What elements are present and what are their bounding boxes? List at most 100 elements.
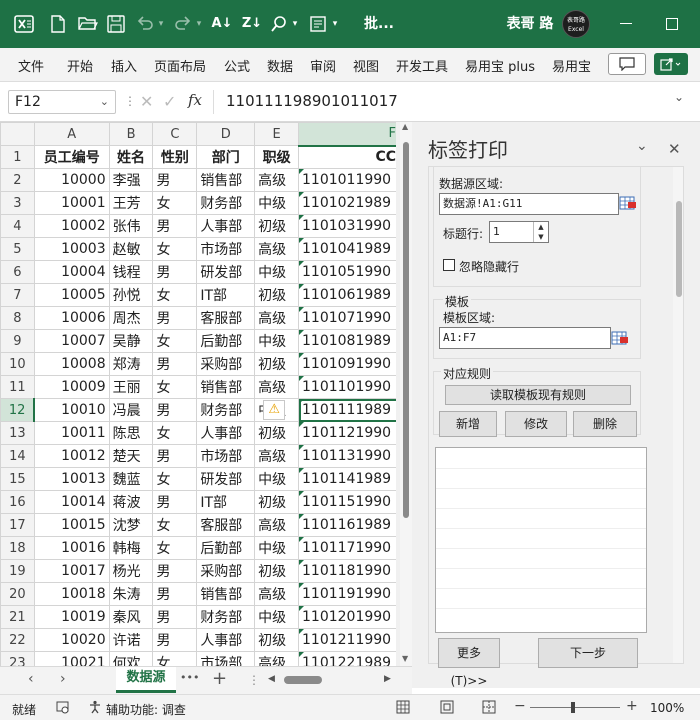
macro-record-icon[interactable] bbox=[56, 700, 70, 714]
sort-ascending-icon[interactable]: A↓ bbox=[210, 12, 234, 36]
redo-icon[interactable] bbox=[172, 12, 194, 36]
col-header-f[interactable]: F bbox=[298, 122, 400, 147]
cell-b[interactable]: 王丽 bbox=[108, 375, 154, 399]
search-icon[interactable] bbox=[268, 12, 290, 36]
tab-developer[interactable]: 开发工具 bbox=[396, 56, 448, 75]
col-header-c[interactable]: C bbox=[152, 122, 198, 146]
insert-function-icon[interactable]: fx bbox=[188, 91, 202, 109]
add-rule-button[interactable]: 新增 bbox=[439, 411, 497, 437]
cell-a[interactable]: 10011 bbox=[33, 421, 110, 445]
cell-f[interactable]: 1101221989 bbox=[298, 651, 400, 666]
cell-b[interactable]: 蒋波 bbox=[108, 490, 154, 514]
cell-c[interactable]: 女 bbox=[152, 375, 198, 399]
user-name[interactable]: 表哥 路 bbox=[500, 12, 560, 36]
cell-f[interactable]: 1101131990 bbox=[298, 444, 400, 468]
cell-a[interactable]: 10010 bbox=[33, 398, 110, 422]
cell-e[interactable]: 高级 bbox=[254, 444, 299, 468]
cell-d[interactable]: IT部 bbox=[196, 490, 256, 514]
cell-c[interactable]: 性别 bbox=[152, 145, 198, 169]
qat-customize-icon[interactable]: ▾ bbox=[330, 12, 340, 36]
cell-c[interactable]: 男 bbox=[152, 306, 198, 330]
cell-f[interactable]: 1101181990 bbox=[298, 559, 400, 583]
cell-b[interactable]: 吴静 bbox=[108, 329, 154, 353]
scroll-down-icon[interactable]: ▼ bbox=[402, 654, 408, 663]
cell-d[interactable]: 采购部 bbox=[196, 559, 256, 583]
cell-f[interactable]: 1101051990 bbox=[298, 260, 400, 284]
cell-f[interactable]: 1101211990 bbox=[298, 628, 400, 652]
row-header[interactable]: 5 bbox=[0, 237, 35, 261]
formula-input[interactable]: 110111198901011017 bbox=[226, 92, 398, 110]
cell-a[interactable]: 10006 bbox=[33, 306, 110, 330]
scroll-left-icon[interactable]: ◀ bbox=[268, 674, 275, 684]
cell-e[interactable]: 初级 bbox=[254, 283, 299, 307]
cell-a[interactable]: 10018 bbox=[33, 582, 110, 606]
row-header[interactable]: 15 bbox=[0, 467, 35, 491]
cell-a[interactable]: 10020 bbox=[33, 628, 110, 652]
cell-a[interactable]: 10009 bbox=[33, 375, 110, 399]
row-header[interactable]: 6 bbox=[0, 260, 35, 284]
cell-a[interactable]: 10000 bbox=[33, 168, 110, 192]
error-warning-icon[interactable]: ⚠ bbox=[263, 400, 286, 420]
tab-page-layout[interactable]: 页面布局 bbox=[154, 56, 206, 75]
cell-a[interactable]: 10007 bbox=[33, 329, 110, 353]
tab-easyuse-plus[interactable]: 易用宝 plus bbox=[465, 56, 535, 75]
document-title[interactable]: 批... bbox=[364, 12, 424, 36]
cell-f[interactable]: 1101141989 bbox=[298, 467, 400, 491]
cell-b[interactable]: 朱涛 bbox=[108, 582, 154, 606]
cell-f[interactable]: 1101161989 bbox=[298, 513, 400, 537]
accessibility-status[interactable]: 辅助功能: 调查 bbox=[106, 701, 186, 718]
cell-e[interactable]: 高级 bbox=[254, 582, 299, 606]
addin-icon[interactable] bbox=[306, 12, 330, 36]
cell-e[interactable]: 中级 bbox=[254, 605, 299, 629]
cell-d[interactable]: 人事部 bbox=[196, 421, 256, 445]
prev-sheet-icon[interactable]: ‹ bbox=[28, 671, 34, 687]
cell-e[interactable]: 高级 bbox=[254, 513, 299, 537]
cell-f[interactable]: 1101011990 bbox=[298, 168, 400, 192]
cell-b[interactable]: 许诺 bbox=[108, 628, 154, 652]
cell-a[interactable]: 10005 bbox=[33, 283, 110, 307]
cell-b[interactable]: 秦风 bbox=[108, 605, 154, 629]
cell-b[interactable]: 姓名 bbox=[108, 145, 154, 169]
cell-a[interactable]: 10013 bbox=[33, 467, 110, 491]
rules-list[interactable] bbox=[435, 447, 647, 633]
panel-scroll-thumb[interactable] bbox=[676, 201, 682, 297]
cell-c[interactable]: 男 bbox=[152, 605, 198, 629]
cell-c[interactable]: 女 bbox=[152, 513, 198, 537]
cell-f[interactable]: 1101121990 bbox=[298, 421, 400, 445]
cell-a[interactable]: 员工编号 bbox=[33, 145, 110, 169]
cell-b[interactable]: 冯晨 bbox=[108, 398, 154, 422]
search-dropdown-icon[interactable]: ▾ bbox=[290, 12, 300, 36]
sheet-tab-datasource[interactable]: 数据源 bbox=[116, 667, 176, 693]
cell-b[interactable]: 赵敏 bbox=[108, 237, 154, 261]
cell-c[interactable]: 女 bbox=[152, 536, 198, 560]
cell-f[interactable]: 1101191990 bbox=[298, 582, 400, 606]
row-header[interactable]: 23 bbox=[0, 651, 35, 666]
cell-a[interactable]: 10012 bbox=[33, 444, 110, 468]
maximize-icon[interactable] bbox=[660, 12, 684, 36]
cell-e[interactable]: 中级 bbox=[254, 260, 299, 284]
cell-d[interactable]: 销售部 bbox=[196, 582, 256, 606]
share-button[interactable] bbox=[654, 53, 688, 75]
panel-scrollbar[interactable] bbox=[673, 167, 683, 663]
cell-e[interactable]: 高级 bbox=[254, 306, 299, 330]
page-layout-view-icon[interactable] bbox=[440, 700, 454, 714]
row-header[interactable]: 13 bbox=[0, 421, 35, 445]
row-header[interactable]: 16 bbox=[0, 490, 35, 514]
cell-f[interactable]: 1101171990 bbox=[298, 536, 400, 560]
cell-c[interactable]: 男 bbox=[152, 260, 198, 284]
cell-f[interactable]: 1101021989 bbox=[298, 191, 400, 215]
cell-e[interactable]: 中级⚠ bbox=[254, 398, 299, 422]
scroll-right-icon[interactable]: ▶ bbox=[384, 674, 391, 684]
comments-button[interactable] bbox=[608, 53, 646, 75]
cell-c[interactable]: 男 bbox=[152, 352, 198, 376]
tab-home[interactable]: 开始 bbox=[67, 56, 93, 75]
row-header[interactable]: 12 bbox=[0, 398, 36, 422]
cell-d[interactable]: 后勤部 bbox=[196, 536, 256, 560]
cell-e[interactable]: 初级 bbox=[254, 421, 299, 445]
cell-c[interactable]: 男 bbox=[152, 168, 198, 192]
add-sheet-icon[interactable]: + bbox=[212, 668, 227, 689]
cell-d[interactable]: IT部 bbox=[196, 283, 256, 307]
normal-view-icon[interactable] bbox=[396, 700, 410, 714]
cell-d[interactable]: 研发部 bbox=[196, 260, 256, 284]
cell-a[interactable]: 10004 bbox=[33, 260, 110, 284]
